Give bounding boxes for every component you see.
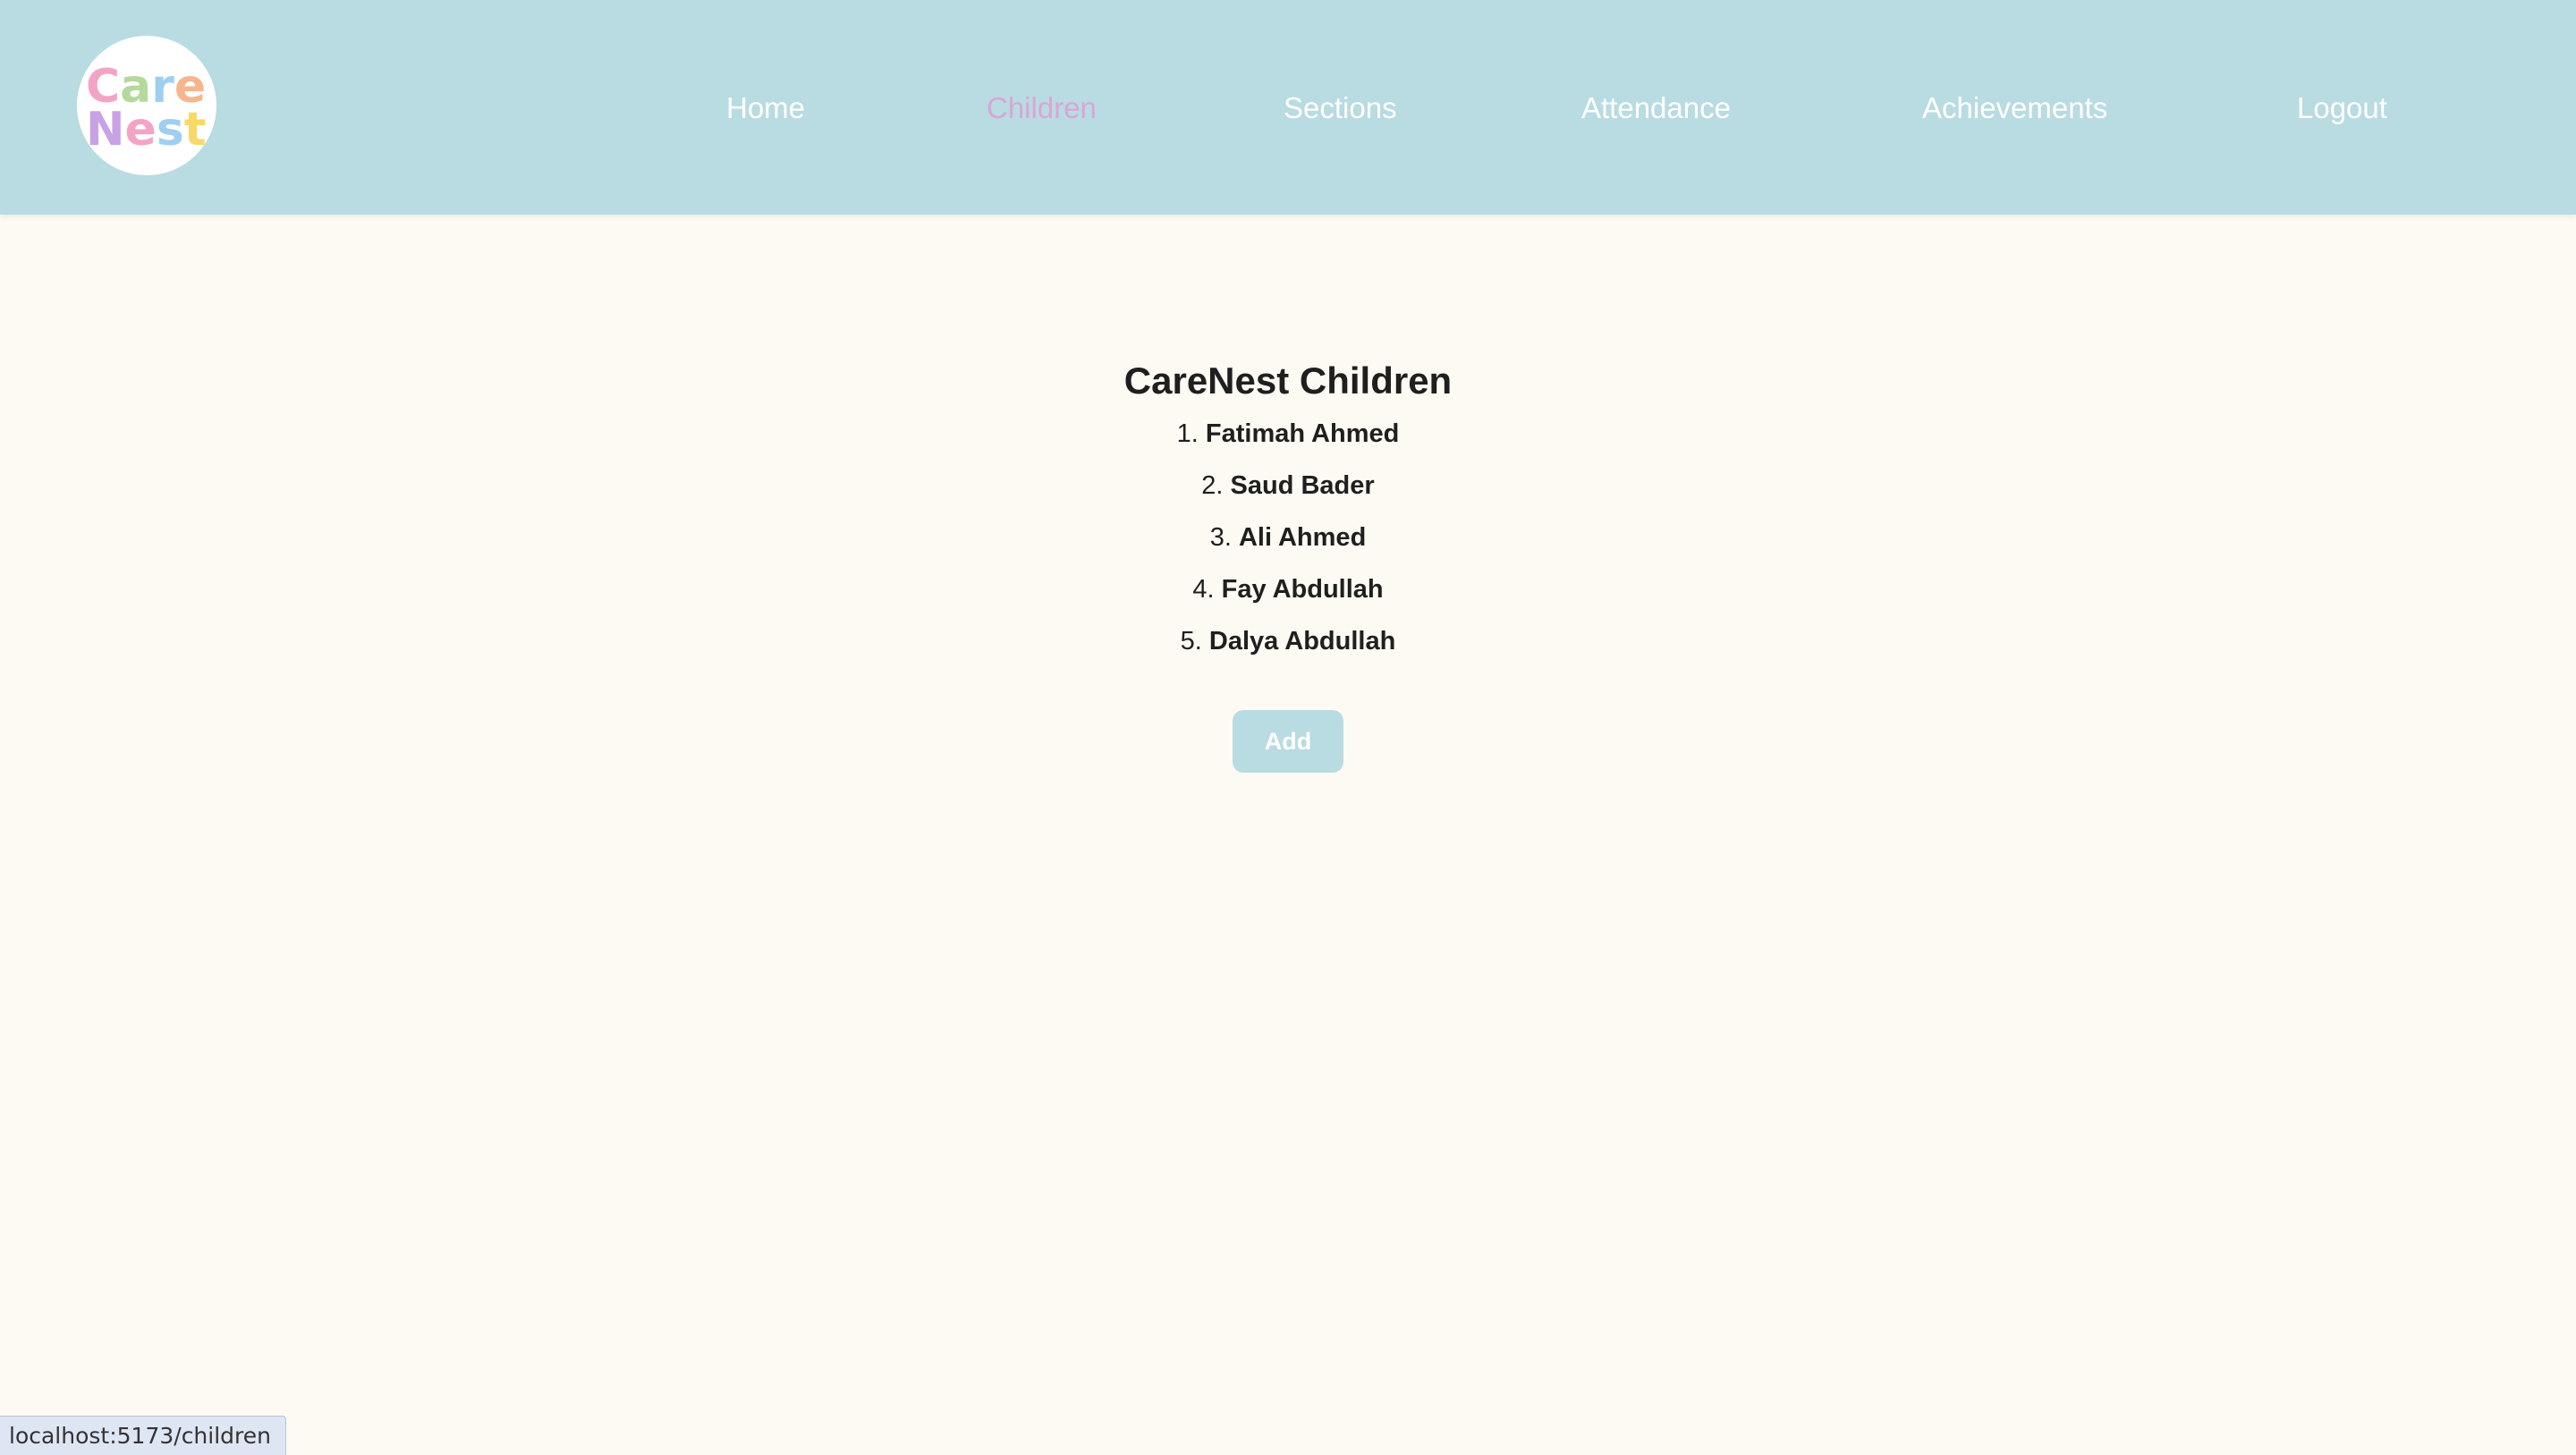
child-name: Saud Bader <box>1230 471 1375 500</box>
carenest-logo-icon: Care Nest <box>86 60 207 156</box>
nav-children[interactable]: Children <box>987 88 1097 129</box>
child-name: Fatimah Ahmed <box>1205 419 1400 448</box>
list-item-number: 3. <box>1209 523 1232 552</box>
nav-logout[interactable]: Logout <box>2297 88 2387 129</box>
list-item-number: 4. <box>1192 575 1215 604</box>
carenest-logo[interactable]: Care Nest <box>77 36 216 175</box>
list-item: 1. Fatimah Ahmed <box>0 413 2576 465</box>
children-list: 1. Fatimah Ahmed 2. Saud Bader 3. Ali Ah… <box>0 413 2576 673</box>
child-name: Fay Abdullah <box>1221 575 1384 604</box>
child-name: Ali Ahmed <box>1238 523 1367 552</box>
status-bar-url: localhost:5173/children <box>0 1416 286 1455</box>
nav-home[interactable]: Home <box>726 88 805 129</box>
top-navigation-bar: Care Nest Home Children Sections Attenda… <box>0 0 2576 215</box>
list-item-number: 2. <box>1201 471 1224 500</box>
add-child-button[interactable]: Add <box>1233 710 1343 773</box>
list-item: 4. Fay Abdullah <box>0 569 2576 621</box>
list-item: 5. Dalya Abdullah <box>0 621 2576 673</box>
list-item-number: 1. <box>1176 419 1199 448</box>
list-item: 3. Ali Ahmed <box>0 517 2576 569</box>
list-item-number: 5. <box>1180 627 1202 656</box>
child-name: Dalya Abdullah <box>1208 627 1396 656</box>
nav-attendance[interactable]: Attendance <box>1581 88 1731 129</box>
nav-achievements[interactable]: Achievements <box>1922 88 2107 129</box>
page-title: CareNest Children <box>1123 360 1453 402</box>
nav-sections[interactable]: Sections <box>1284 88 1397 129</box>
svg-text:Nest: Nest <box>86 103 207 156</box>
list-item: 2. Saud Bader <box>0 465 2576 517</box>
